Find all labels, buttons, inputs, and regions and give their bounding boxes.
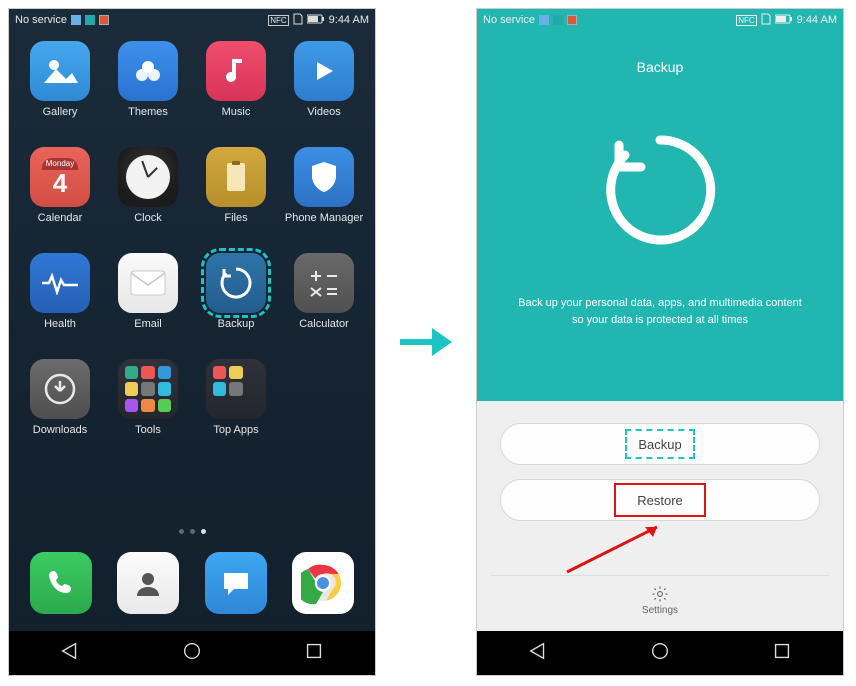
- calculator-icon: [294, 253, 354, 313]
- status-no-service: No service: [15, 14, 67, 26]
- app-videos[interactable]: Videos: [284, 41, 364, 118]
- status-icon: [71, 15, 81, 25]
- status-icon: [553, 15, 563, 25]
- app-tools-folder[interactable]: Tools: [108, 359, 188, 436]
- sd-icon: [761, 13, 771, 28]
- restore-button[interactable]: Restore: [500, 479, 820, 521]
- app-topapps-folder[interactable]: Top Apps: [196, 359, 276, 436]
- app-label: Backup: [218, 318, 255, 330]
- backup-icon: [206, 253, 266, 313]
- messages-app[interactable]: [205, 552, 267, 614]
- heartbeat-icon: [30, 253, 90, 313]
- battery-icon: [307, 14, 325, 27]
- app-label: Music: [222, 106, 251, 118]
- gallery-icon: [30, 41, 90, 101]
- status-no-service: No service: [483, 14, 535, 26]
- annotation-highlight: [614, 483, 706, 517]
- nav-home[interactable]: [181, 640, 203, 667]
- restore-circle-icon: [595, 125, 725, 255]
- backup-button[interactable]: Backup: [500, 423, 820, 465]
- annotation-highlight: [625, 429, 695, 459]
- contacts-app[interactable]: [117, 552, 179, 614]
- backup-description: Back up your personal data, apps, and mu…: [490, 295, 830, 328]
- sd-icon: [293, 13, 303, 28]
- app-health[interactable]: Health: [20, 253, 100, 330]
- nav-recents[interactable]: [771, 640, 793, 667]
- app-label: Calendar: [38, 212, 83, 224]
- chrome-app[interactable]: [292, 552, 354, 614]
- nav-back[interactable]: [527, 640, 549, 667]
- nav-bar: [9, 631, 375, 675]
- app-themes[interactable]: Themes: [108, 41, 188, 118]
- app-label: Email: [134, 318, 162, 330]
- dock: [9, 541, 375, 631]
- nav-home[interactable]: [649, 640, 671, 667]
- videos-icon: [294, 41, 354, 101]
- app-label: Phone Manager: [285, 212, 363, 224]
- app-calendar[interactable]: Monday 4 Calendar: [20, 147, 100, 224]
- app-label: Downloads: [33, 424, 87, 436]
- app-label: Health: [44, 318, 76, 330]
- folder-icon: [118, 359, 178, 419]
- transition-arrow-icon: [398, 322, 454, 362]
- status-bar: No service NFC 9:44 AM: [9, 9, 375, 31]
- app-music[interactable]: Music: [196, 41, 276, 118]
- app-phone-manager[interactable]: Phone Manager: [284, 147, 364, 224]
- clock-icon: [118, 147, 178, 207]
- nfc-icon: NFC: [736, 15, 756, 26]
- status-icon: [539, 15, 549, 25]
- app-label: Themes: [128, 106, 168, 118]
- app-label: Top Apps: [213, 424, 258, 436]
- app-label: Videos: [307, 106, 340, 118]
- app-label: Gallery: [43, 106, 78, 118]
- app-email[interactable]: Email: [108, 253, 188, 330]
- home-app-grid: Gallery Themes Music Videos: [9, 31, 375, 521]
- settings-label: Settings: [642, 605, 678, 616]
- envelope-icon: [118, 253, 178, 313]
- app-backup[interactable]: Backup: [196, 253, 276, 330]
- backup-actions: Backup Restore Settings: [477, 401, 843, 631]
- app-label: Calculator: [299, 318, 349, 330]
- battery-icon: [775, 14, 793, 27]
- folder-icon: [206, 359, 266, 419]
- phone-app[interactable]: [30, 552, 92, 614]
- download-icon: [30, 359, 90, 419]
- backup-hero: Backup Back up your personal data, apps,…: [477, 31, 843, 401]
- nav-recents[interactable]: [303, 640, 325, 667]
- app-label: Tools: [135, 424, 161, 436]
- status-icon: [85, 15, 95, 25]
- app-gallery[interactable]: Gallery: [20, 41, 100, 118]
- app-calculator[interactable]: Calculator: [284, 253, 364, 330]
- calendar-daynum: 4: [42, 170, 78, 196]
- app-label: Files: [224, 212, 247, 224]
- phone-home-screen: No service NFC 9:44 AM: [8, 8, 376, 676]
- settings-button[interactable]: Settings: [491, 575, 829, 625]
- app-label: Clock: [134, 212, 162, 224]
- page-title: Backup: [637, 59, 684, 75]
- status-icon: [99, 15, 109, 25]
- status-time: 9:44 AM: [797, 14, 837, 26]
- status-icon: [567, 15, 577, 25]
- nav-bar: [477, 631, 843, 675]
- phone-backup-screen: No service NFC 9:44 AM Backup Ba: [476, 8, 844, 676]
- music-icon: [206, 41, 266, 101]
- page-indicator: [9, 521, 375, 541]
- app-clock[interactable]: Clock: [108, 147, 188, 224]
- themes-icon: [118, 41, 178, 101]
- status-bar: No service NFC 9:44 AM: [477, 9, 843, 31]
- files-icon: [206, 147, 266, 207]
- app-downloads[interactable]: Downloads: [20, 359, 100, 436]
- status-time: 9:44 AM: [329, 14, 369, 26]
- nfc-icon: NFC: [268, 15, 288, 26]
- gear-icon: [651, 585, 669, 603]
- app-files[interactable]: Files: [196, 147, 276, 224]
- nav-back[interactable]: [59, 640, 81, 667]
- shield-icon: [294, 147, 354, 207]
- calendar-icon: Monday 4: [30, 147, 90, 207]
